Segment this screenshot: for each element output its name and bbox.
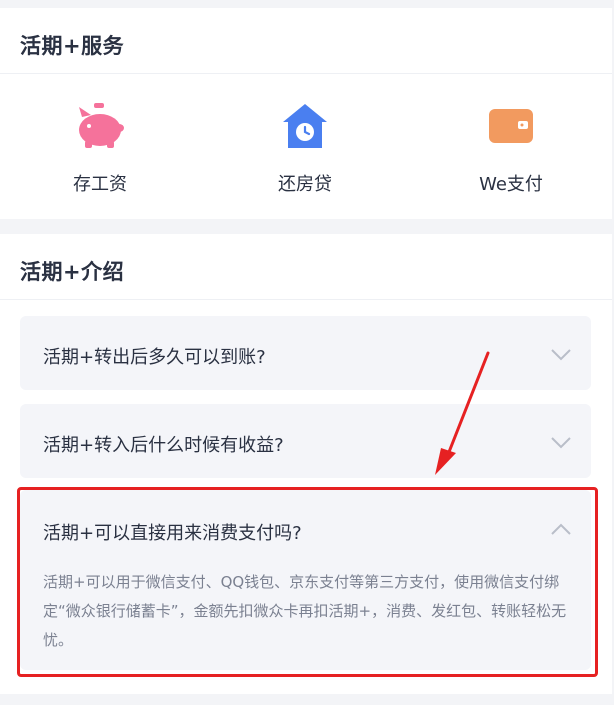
divider [0, 73, 612, 74]
service-repay-mortgage[interactable]: 还房贷 [235, 98, 375, 196]
services-card: 活期+服务 存工资 还房贷 We支付 [0, 8, 612, 219]
faq-item[interactable]: 活期+转入后什么时候有收益? [20, 404, 591, 478]
service-label: 存工资 [73, 174, 127, 195]
chevron-down-icon [551, 346, 571, 365]
service-label: 还房贷 [278, 174, 332, 195]
service-label: We支付 [479, 174, 543, 195]
faq-question: 活期+转入后什么时候有收益? [43, 435, 284, 456]
intro-card: 活期+介绍 活期+转出后多久可以到账? 活期+转入后什么时候有收益? 活期+可以… [0, 234, 612, 694]
faq-answer: 活期+可以用于微信支付、QQ钱包、京东支付等第三方支付，使用微信支付绑定“微众银… [43, 573, 567, 649]
chevron-up-icon [551, 520, 571, 539]
house-clock-icon [235, 98, 375, 154]
faq-question: 活期+可以直接用来消费支付吗? [43, 523, 302, 544]
wallet-icon [441, 98, 581, 154]
faq-item-expanded[interactable]: 活期+可以直接用来消费支付吗? 活期+可以用于微信支付、QQ钱包、京东支付等第三… [20, 490, 591, 670]
faq-question: 活期+转出后多久可以到账? [43, 347, 266, 368]
divider [0, 299, 612, 300]
chevron-down-icon [551, 434, 571, 453]
intro-section-title: 活期+介绍 [20, 260, 125, 284]
piggy-bank-icon [30, 98, 170, 154]
services-section-title: 活期+服务 [20, 34, 125, 58]
faq-item[interactable]: 活期+转出后多久可以到账? [20, 316, 591, 390]
service-deposit-salary[interactable]: 存工资 [30, 98, 170, 196]
service-we-pay[interactable]: We支付 [441, 98, 581, 196]
